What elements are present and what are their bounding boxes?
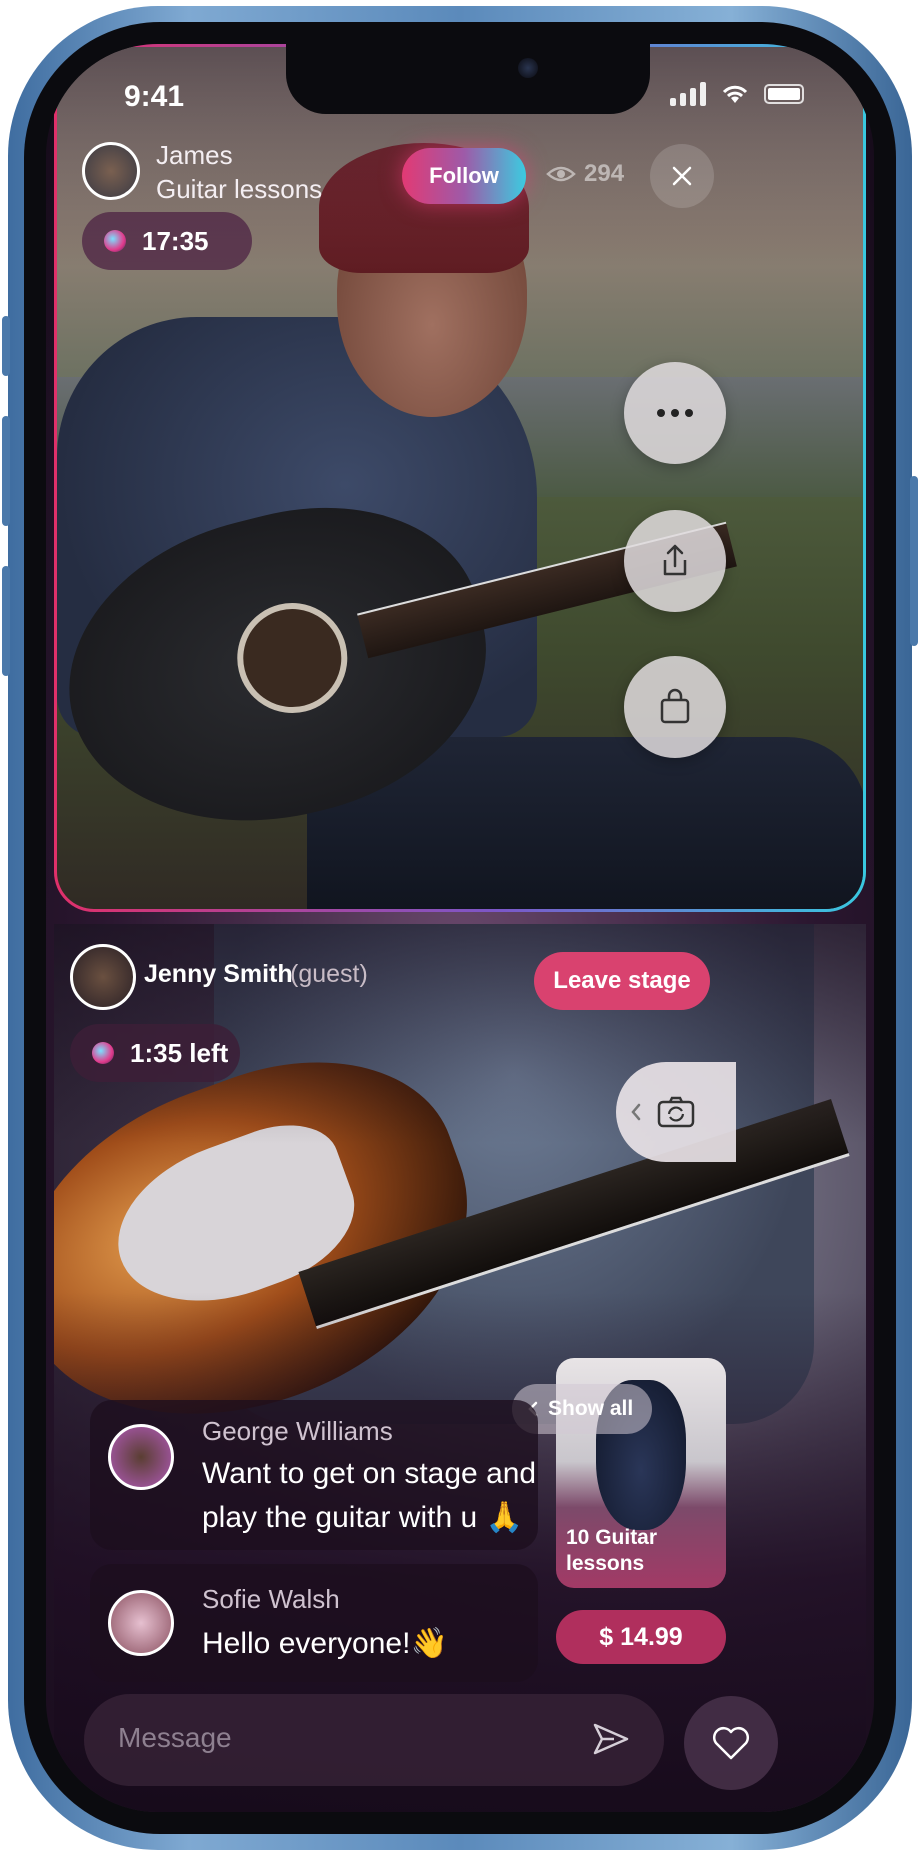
eye-icon [546,166,576,182]
screen: 9:41 James Guitar lessons Follow 294 17:… [46,44,874,1812]
shopping-bag-icon [660,688,690,724]
chat-message: George Williams Want to get on stage and… [90,1400,538,1550]
chat-message: Sofie Walsh Hello everyone!👋 [90,1564,538,1682]
send-icon[interactable] [592,1722,630,1756]
chat-author: Sofie Walsh [202,1584,340,1614]
host-timer-value: 17:35 [142,225,209,256]
close-button[interactable] [650,144,714,208]
volume-up-button [2,416,10,526]
notch [286,44,650,114]
viewer-count-value: 294 [584,160,625,187]
chat-text: Hello everyone!👋 [202,1627,448,1660]
share-icon [663,544,687,576]
share-button[interactable] [624,510,726,612]
message-input[interactable]: Message [118,1722,232,1754]
chat-avatar[interactable] [108,1424,174,1490]
power-button [910,476,918,646]
wifi-icon [722,85,748,103]
product-title-line1: 10 Guitar [566,1526,658,1549]
guest-time-left: 1:35 left [70,1024,240,1082]
camera-switch-button[interactable] [616,1062,736,1162]
leave-stage-label: Leave stage [553,967,691,994]
more-horizontal-icon [657,409,693,417]
status-icons [670,82,804,106]
battery-icon [764,84,804,104]
host-subtitle: Guitar lessons [156,174,323,204]
soundhole [225,591,359,725]
chat-text-line2: play the guitar with u 🙏 [202,1501,523,1534]
signal-icon [670,82,706,106]
show-all-label: Show all [548,1397,634,1420]
close-icon [672,166,692,186]
more-button[interactable] [624,362,726,464]
price-label: $ 14.99 [599,1622,683,1651]
follow-button[interactable]: Follow [402,148,526,204]
chat-avatar[interactable] [108,1590,174,1656]
guest-name: Jenny Smith [144,960,293,988]
chevron-left-icon [631,1103,641,1121]
price-button[interactable]: $ 14.99 [556,1610,726,1664]
live-dot [104,230,126,252]
viewer-count: 294 [546,160,624,188]
heart-icon [713,1727,749,1760]
shop-button[interactable] [624,656,726,758]
camera-flip-icon [657,1096,695,1128]
leave-stage-button[interactable]: Leave stage [534,952,710,1010]
chat-author: George Williams [202,1416,393,1446]
host-avatar[interactable] [82,142,140,200]
front-camera [518,58,538,78]
chat-text-line1: Want to get on stage and [202,1457,537,1490]
follow-label: Follow [429,163,499,188]
host-name: James [156,140,233,170]
guest-live-dot [92,1042,114,1064]
guest-tag: (guest) [290,960,368,988]
guest-time-left-value: 1:35 left [130,1037,229,1068]
silent-switch [2,316,10,376]
like-button[interactable] [684,1696,778,1790]
status-time: 9:41 [124,80,185,113]
guest-avatar[interactable] [70,944,136,1010]
message-composer[interactable]: Message [84,1694,664,1786]
volume-down-button [2,566,10,676]
host-timer: 17:35 [82,212,252,270]
product-title-line2: lessons [566,1552,645,1575]
